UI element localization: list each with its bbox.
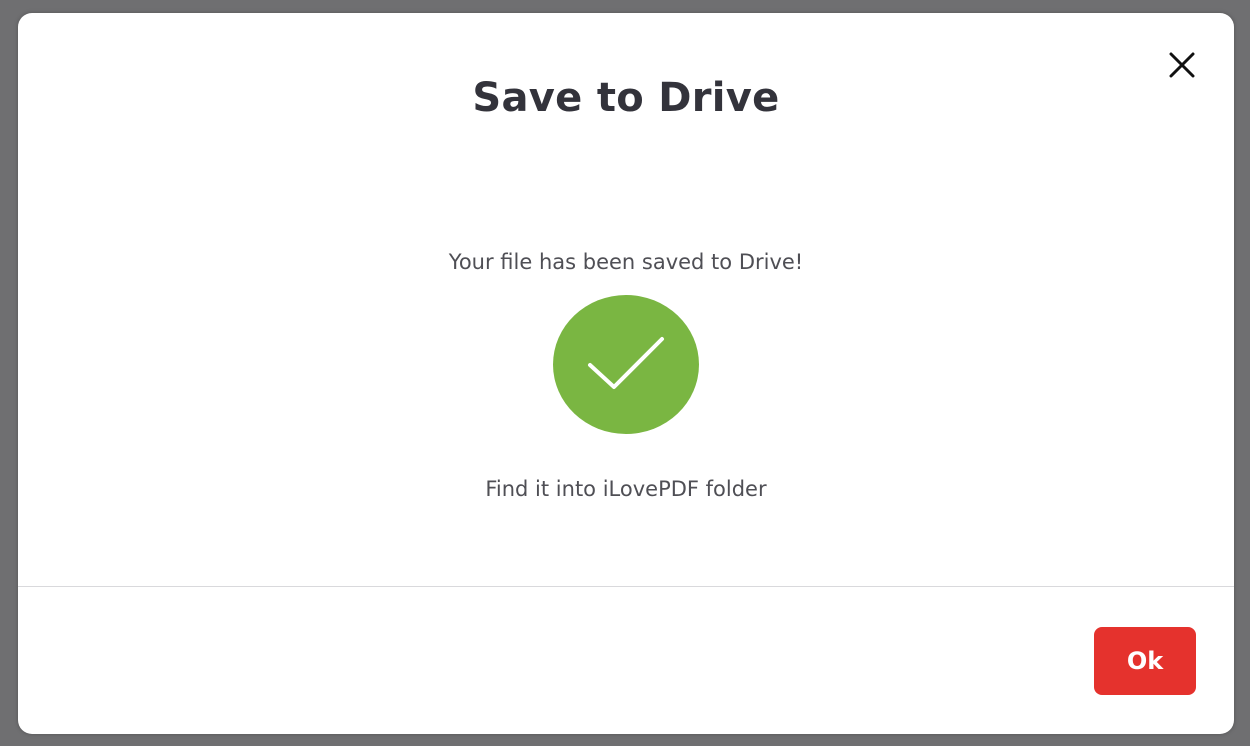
dialog-title: Save to Drive	[472, 75, 780, 121]
close-icon	[1169, 52, 1195, 78]
folder-hint: Find it into iLovePDF folder	[485, 477, 767, 501]
save-to-drive-dialog: Save to Drive Your file has been saved t…	[18, 13, 1234, 734]
close-button[interactable]	[1166, 49, 1198, 81]
ok-button[interactable]: Ok	[1094, 627, 1196, 695]
success-indicator	[553, 295, 699, 434]
success-message: Your file has been saved to Drive!	[448, 250, 804, 274]
checkmark-icon	[588, 336, 664, 389]
footer-divider	[18, 586, 1234, 587]
